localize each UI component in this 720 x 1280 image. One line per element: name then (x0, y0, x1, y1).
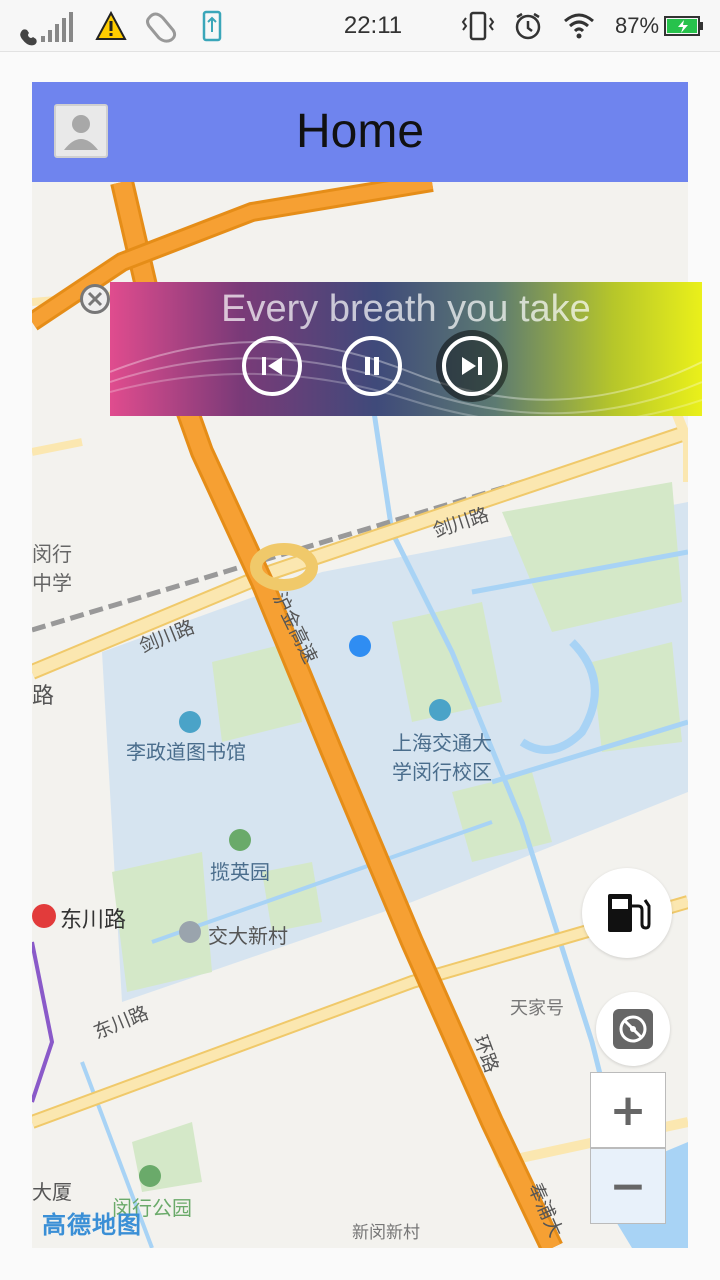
poi-dasha[interactable]: 大厦 (32, 1176, 72, 1205)
previous-icon (262, 357, 282, 375)
status-bar: 22:11 87% (0, 0, 720, 52)
gas-station-icon (608, 894, 651, 932)
gas-station-button[interactable] (582, 868, 672, 958)
pause-icon (365, 357, 379, 375)
road-label-lu: 路 (32, 684, 55, 709)
pause-button[interactable] (342, 336, 402, 396)
poi-xinmin-xincun[interactable]: 新闵新村 (352, 1218, 420, 1243)
vibrate-icon (460, 0, 496, 52)
previous-track-button[interactable] (242, 336, 302, 396)
alarm-icon (512, 0, 544, 52)
status-time: 22:11 (343, 12, 403, 39)
poi-sjtu-minhang[interactable]: 上海交通大学闵行校区 (384, 727, 500, 785)
next-track-button[interactable] (442, 336, 502, 396)
poi-lanying-garden[interactable]: 揽英园 (210, 856, 270, 885)
zoom-in-icon: + (609, 1084, 647, 1136)
zoom-out-button[interactable]: − (590, 1148, 666, 1224)
amap-logo: 高德地图 (42, 1211, 142, 1239)
header-bar: Home (32, 82, 688, 182)
close-player-icon[interactable] (80, 284, 110, 314)
zoom-out-icon: − (609, 1160, 647, 1212)
missed-call-signal-icon (16, 0, 76, 52)
poi-minhang-school[interactable]: 闵行中学 (32, 538, 76, 596)
zoom-in-button[interactable]: + (590, 1072, 666, 1148)
battery-percent: 87% (614, 13, 660, 38)
location-button[interactable] (596, 992, 670, 1066)
poi-tsung-dao-lee-library[interactable]: 李政道图书馆 (126, 736, 246, 765)
wifi-icon (562, 0, 596, 52)
content-area: Home 剑川路 剑川路 沪金高速 东川路 环路 奉浦大 路 闵行中学 李政道图… (0, 52, 720, 1280)
page-title: Home (295, 105, 425, 158)
poi-jiaoda-xincun[interactable]: 交大新村 (208, 920, 288, 949)
music-player: Every breath you take (110, 282, 702, 416)
location-compass-icon (613, 1009, 653, 1049)
track-title: Every breath you take (221, 288, 591, 330)
next-icon (462, 357, 482, 375)
hand-icon (142, 0, 182, 52)
poi-tianjiahao[interactable]: 天家号 (510, 994, 564, 1020)
usb-icon (198, 0, 226, 52)
warning-icon (94, 0, 128, 52)
poi-dongchuan-station[interactable]: 东川路 (60, 902, 126, 934)
battery-icon (664, 0, 704, 52)
user-avatar-icon[interactable] (54, 104, 108, 158)
